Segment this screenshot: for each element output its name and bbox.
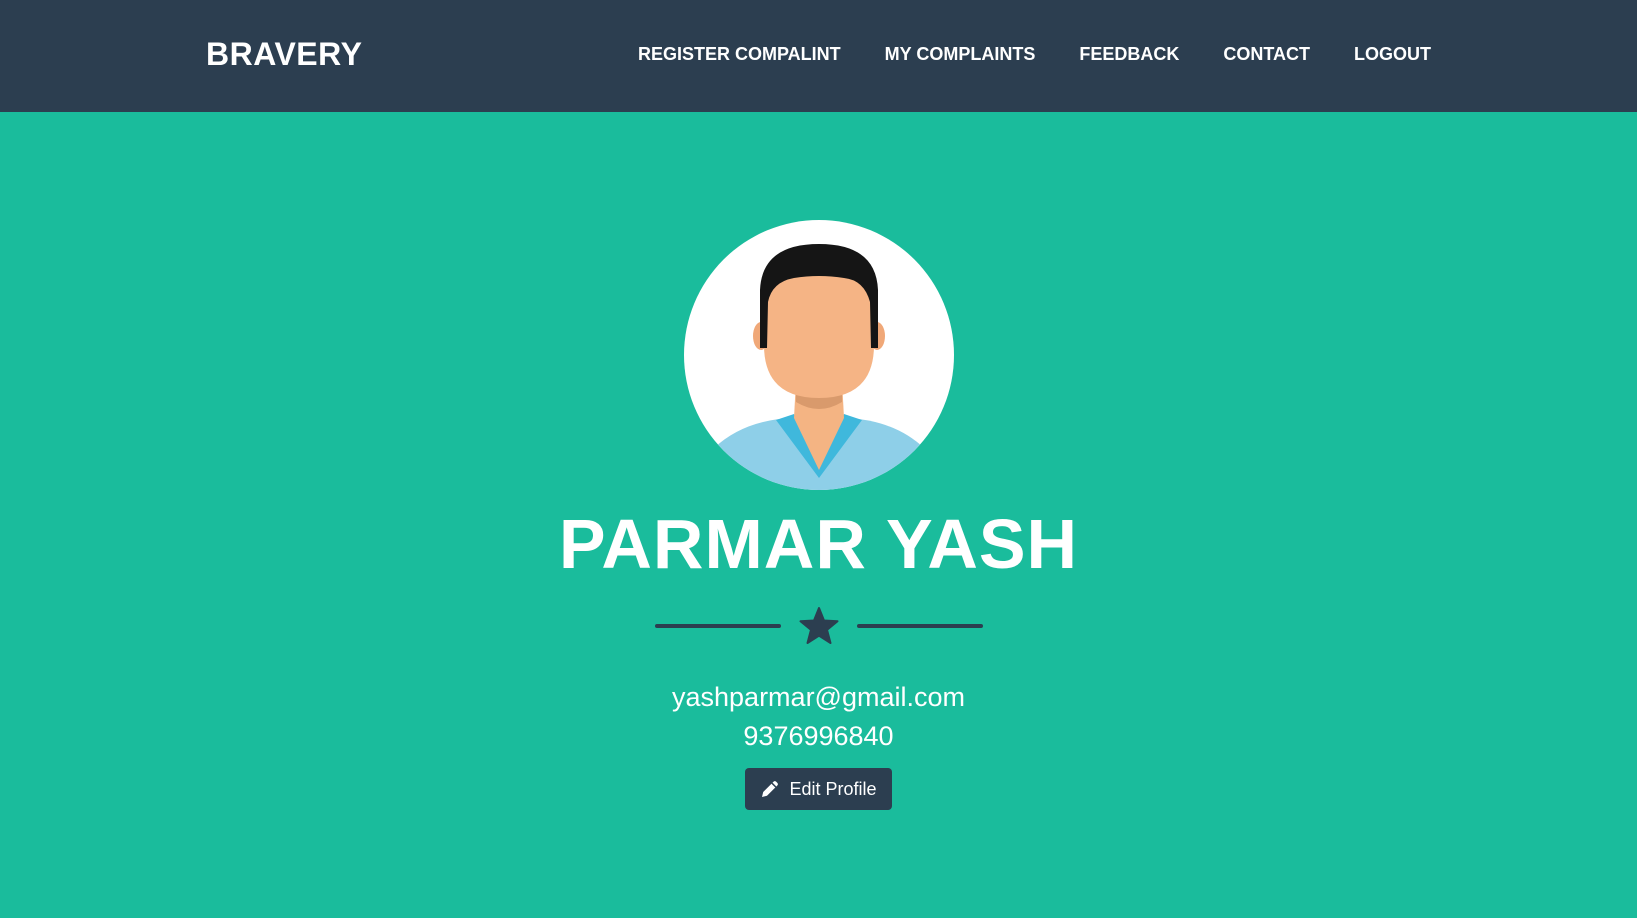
profile-name: PARMAR YASH xyxy=(558,505,1079,583)
profile-phone: 9376996840 xyxy=(743,721,894,751)
edit-profile-button[interactable]: Edit Profile xyxy=(745,768,892,810)
edit-profile-label: Edit Profile xyxy=(789,778,877,799)
divider-line-right xyxy=(856,624,983,628)
pencil-icon xyxy=(762,781,779,797)
star-divider xyxy=(654,606,983,646)
user-avatar-icon xyxy=(683,220,954,490)
navbar: BRAVERY REGISTER COMPALINT MY COMPLAINTS… xyxy=(0,0,1637,112)
nav-logout[interactable]: LOGOUT xyxy=(1354,44,1431,65)
star-icon xyxy=(799,607,838,644)
profile-email: yashparmar@gmail.com xyxy=(672,682,965,712)
nav-feedback[interactable]: FEEDBACK xyxy=(1079,44,1179,65)
divider-line-left xyxy=(654,624,781,628)
nav-contact[interactable]: CONTACT xyxy=(1223,44,1310,65)
brand-link[interactable]: BRAVERY xyxy=(206,36,362,73)
nav-my-complaints[interactable]: MY COMPLAINTS xyxy=(885,44,1036,65)
profile-section: PARMAR YASH yashparmar@gmail.com 9376996… xyxy=(0,112,1637,918)
nav-register-complaint[interactable]: REGISTER COMPALINT xyxy=(638,44,841,65)
nav-links: REGISTER COMPALINT MY COMPLAINTS FEEDBAC… xyxy=(638,44,1431,65)
